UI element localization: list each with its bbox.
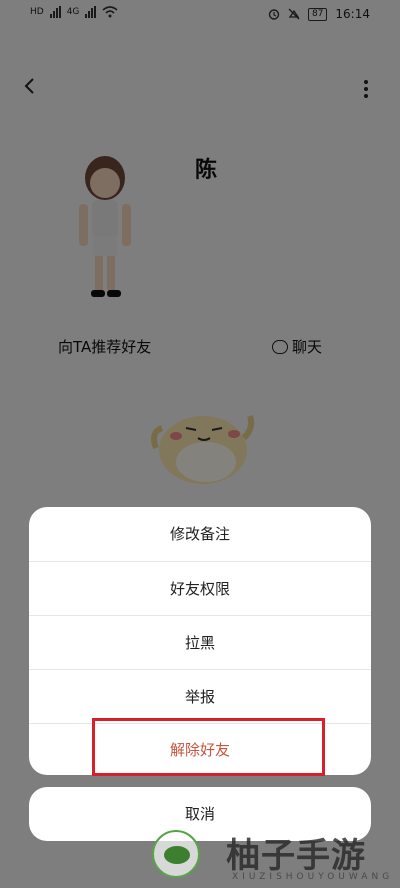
block-item[interactable]: 拉黑 (29, 616, 371, 670)
highlight-annotation (92, 718, 325, 776)
edit-remark-item[interactable]: 修改备注 (29, 507, 371, 561)
friend-permissions-item[interactable]: 好友权限 (29, 562, 371, 616)
watermark: 柚子手游网 XIUZISHOUYOUWANG (152, 826, 394, 888)
watermark-logo-icon (152, 830, 200, 878)
report-item[interactable]: 举报 (29, 670, 371, 724)
watermark-subtitle: XIUZISHOUYOUWANG (232, 872, 394, 882)
